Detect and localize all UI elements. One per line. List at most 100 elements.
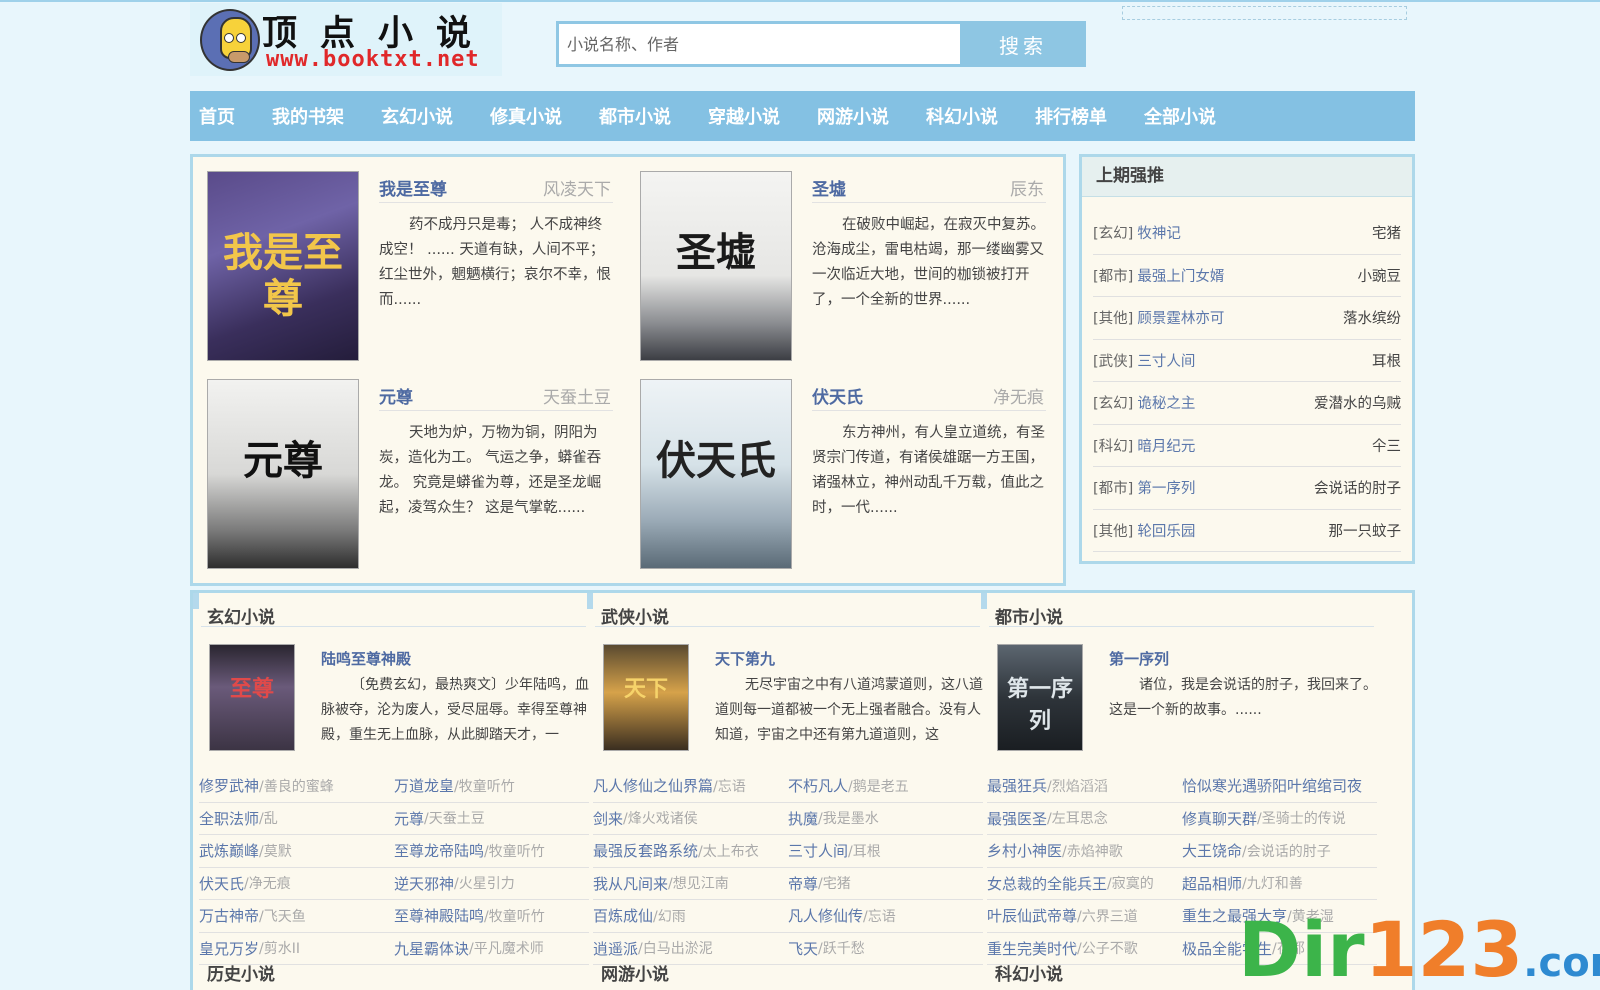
category-book-title[interactable]: 天下第九 [715,648,775,669]
nav-item-5[interactable]: 穿越小说 [708,103,780,129]
book-author: /白马出淤泥 [638,941,713,958]
book-link[interactable]: 超品相师 [1182,873,1242,894]
book-author: /鹅是老五 [848,778,909,795]
book-cover[interactable]: 元尊 [207,379,359,569]
cover-title: 至尊 [229,676,274,702]
book-cover[interactable]: 伏天氏 [640,379,792,569]
recommend-item: [玄幻] 牧神记 宅猪 [1093,212,1401,255]
book-link[interactable]: 伏天氏 [199,873,244,894]
recommend-book-link[interactable]: 牧神记 [1137,222,1181,243]
recommend-book-link[interactable]: 最强上门女婿 [1137,265,1224,286]
nav-item-9[interactable]: 全部小说 [1144,103,1216,129]
recommend-book-link[interactable]: 暗月纪元 [1137,435,1195,456]
book-link[interactable]: 元尊 [394,808,424,829]
recommend-book-link[interactable]: 第一序列 [1137,477,1195,498]
nav-item-6[interactable]: 网游小说 [817,103,889,129]
nav-item-3[interactable]: 修真小说 [490,103,562,129]
featured-book: 圣墟 圣墟 辰东 在破败中崛起，在寂灭中复苏。 沧海成尘，雷电枯竭，那一缕幽雾又一次临… [626,157,1046,361]
book-description: 在破败中崛起，在寂灭中复苏。 沧海成尘，雷电枯竭，那一缕幽雾又一次临近大地，世间… [812,217,1045,308]
book-link[interactable]: 最强反套路系统 [593,840,698,861]
book-cover[interactable]: 圣墟 [640,171,792,361]
book-link[interactable]: 叶辰仙武帝尊 [987,905,1077,926]
book-title[interactable]: 伏天氏 [812,383,863,408]
book-link[interactable]: 皇兄万岁 [199,938,259,959]
book-link[interactable]: 执魔 [788,808,818,829]
list-item: 凡人修仙之仙界篇/忘语 [593,770,788,803]
nav-item-1[interactable]: 我的书架 [272,103,344,129]
category-title[interactable]: 都市小说 [989,603,1374,628]
category-book-cover[interactable]: 天下 [603,644,689,751]
book-link[interactable]: 逍遥派 [593,938,638,959]
recommend-book-link[interactable]: 顾景霆林亦可 [1137,307,1224,328]
corner-decoration [981,593,987,609]
list-item: 最强反套路系统/太上布衣 [593,835,788,868]
category-book-title[interactable]: 第一序列 [1109,648,1169,669]
nav-item-4[interactable]: 都市小说 [599,103,671,129]
category-book-cover[interactable]: 至尊 [209,644,295,751]
nav-item-2[interactable]: 玄幻小说 [381,103,453,129]
book-author: /太上布衣 [698,843,759,860]
book-link[interactable]: 重生完美时代 [987,938,1077,959]
book-link[interactable]: 凡人修仙传 [788,905,863,926]
book-author: 净无痕 [993,388,1044,408]
book-author: /烈焰滔滔 [1047,778,1108,795]
book-link[interactable]: 我从凡间来 [593,873,668,894]
book-link[interactable]: 百炼成仙 [593,905,653,926]
book-link[interactable]: 至尊龙帝陆鸣 [394,840,484,861]
featured-book: 我是至尊 我是至尊 风凌天下 药不成丹只是毒； 人不成神终成空！ ...... 天道有… [193,157,613,361]
user-panel-placeholder [1122,6,1407,20]
recommend-book-link[interactable]: 轮回乐园 [1137,520,1195,541]
nav-item-8[interactable]: 排行榜单 [1035,103,1107,129]
next-category-title[interactable]: 历史小说 [207,960,275,985]
category-book-title[interactable]: 陆鸣至尊神殿 [321,648,411,669]
book-link[interactable]: 恰似寒光遇骄阳叶绾绾司夜 [1182,775,1362,796]
featured-books: 我是至尊 我是至尊 风凌天下 药不成丹只是毒； 人不成神终成空！ ...... 天道有… [190,154,1066,586]
recommend-item: [玄幻] 诡秘之主 爱潜水的乌贼 [1093,382,1401,425]
book-author: /赤焰神歌 [1062,843,1123,860]
book-link[interactable]: 女总裁的全能兵王 [987,873,1107,894]
nav-item-7[interactable]: 科幻小说 [926,103,998,129]
book-link[interactable]: 帝尊 [788,873,818,894]
next-category-title[interactable]: 网游小说 [601,960,669,985]
recommend-author: 宅猪 [1372,226,1401,243]
category-book-cover[interactable]: 第一序列 [997,644,1083,751]
recommend-book-link[interactable]: 三寸人间 [1137,350,1195,371]
book-link[interactable]: 九星霸体诀 [394,938,469,959]
book-link[interactable]: 武炼巅峰 [199,840,259,861]
book-link[interactable]: 三寸人间 [788,840,848,861]
book-link[interactable]: 最强医圣 [987,808,1047,829]
list-item: 元尊/天蚕土豆 [394,803,589,835]
category-title[interactable]: 武侠小说 [595,603,980,628]
book-link[interactable]: 修罗武神 [199,775,259,796]
book-link[interactable]: 全职法师 [199,808,259,829]
book-link[interactable]: 剑来 [593,808,623,829]
book-cover[interactable]: 我是至尊 [207,171,359,361]
book-link[interactable]: 飞天 [788,938,818,959]
book-title[interactable]: 我是至尊 [379,175,447,200]
book-title[interactable]: 元尊 [379,383,413,408]
book-author: /天蚕土豆 [424,811,485,828]
book-link[interactable]: 万道龙皇 [394,775,454,796]
site-logo[interactable]: 顶点小说 www.booktxt.net [190,3,502,76]
book-link[interactable]: 万古神帝 [199,905,259,926]
book-link[interactable]: 大王饶命 [1182,840,1242,861]
cover-title: 我是至尊 [223,229,343,322]
book-author: /平凡魔术师 [469,941,544,958]
category-title[interactable]: 玄幻小说 [201,603,586,628]
next-category-title[interactable]: 科幻小说 [995,960,1063,985]
book-author: /善良的蜜蜂 [259,778,334,795]
book-link[interactable]: 至尊神殿陆鸣 [394,905,484,926]
nav-item-0[interactable]: 首页 [199,103,235,129]
search-input[interactable] [559,24,960,64]
book-link[interactable]: 不朽凡人 [788,775,848,796]
book-link[interactable]: 最强狂兵 [987,775,1047,796]
recommend-book-link[interactable]: 诡秘之主 [1137,392,1195,413]
book-author: /六界三道 [1077,908,1138,925]
book-link[interactable]: 修真聊天群 [1182,808,1257,829]
search-button[interactable]: 搜索 [960,21,1086,67]
book-author: /想见江南 [668,876,729,893]
book-link[interactable]: 逆天邪神 [394,873,454,894]
book-link[interactable]: 乡村小神医 [987,840,1062,861]
book-title[interactable]: 圣墟 [812,175,846,200]
book-link[interactable]: 凡人修仙之仙界篇 [593,775,713,796]
